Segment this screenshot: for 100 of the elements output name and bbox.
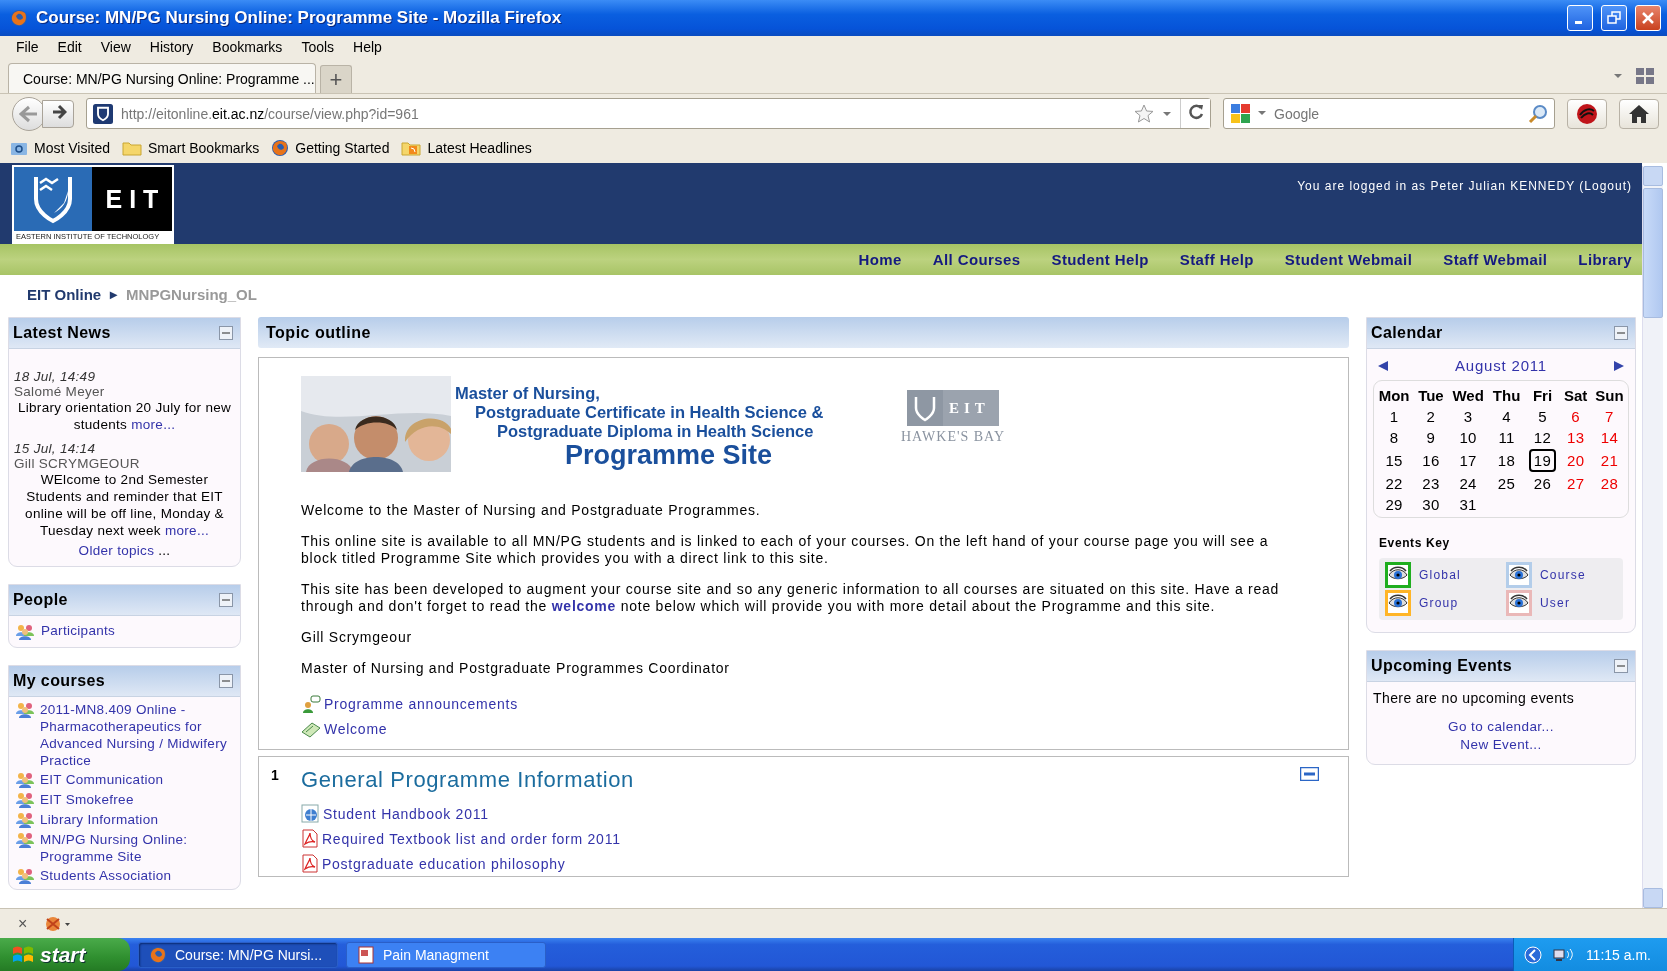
dropdown-icon[interactable] (1162, 110, 1172, 117)
bookmark[interactable]: Latest Headlines (401, 140, 532, 156)
calendar-day[interactable]: 12 (1533, 429, 1552, 446)
calendar-day[interactable]: 14 (1600, 429, 1619, 446)
nav-link[interactable]: Home (858, 251, 902, 268)
dropdown-icon[interactable] (1258, 111, 1266, 116)
addon-icon[interactable] (43, 914, 72, 933)
calendar-day[interactable]: 6 (1571, 408, 1581, 425)
collapse-icon[interactable] (219, 674, 233, 688)
scrollbar[interactable] (1642, 166, 1663, 908)
course-link[interactable]: 2011-MN8.409 Online - Pharmacotherapeutics for Advanced Nursing / Midwifery Practice (40, 701, 234, 769)
collapse-icon[interactable] (1300, 767, 1319, 781)
calendar-day[interactable]: 22 (1385, 475, 1403, 492)
calendar-day[interactable]: 9 (1426, 429, 1436, 446)
calendar-day[interactable]: 7 (1605, 408, 1614, 425)
calendar-day[interactable]: 18 (1497, 452, 1516, 469)
bookmark[interactable]: Smart Bookmarks (122, 140, 260, 156)
tab-groups-icon[interactable] (1635, 66, 1655, 85)
home-button[interactable] (1619, 98, 1659, 129)
menu-item[interactable]: File (8, 39, 50, 55)
menu-item[interactable]: Help (345, 39, 393, 55)
calendar-day[interactable]: 5 (1538, 408, 1547, 425)
minimize-button[interactable] (1567, 5, 1593, 31)
calendar-day[interactable]: 27 (1566, 475, 1585, 492)
address-bar[interactable]: http://eitonline.eit.ac.nz/course/view.php?id=961 (86, 98, 1211, 129)
calendar-day[interactable]: 25 (1497, 475, 1516, 492)
collapse-icon[interactable] (1614, 659, 1628, 673)
breadcrumb-link[interactable]: EIT Online (27, 285, 102, 303)
menu-item[interactable]: History (141, 39, 205, 55)
star-icon[interactable] (1134, 103, 1154, 124)
calendar-day[interactable]: 28 (1600, 475, 1619, 492)
calendar-day[interactable]: 23 (1422, 475, 1440, 492)
course-link[interactable]: Library Information (40, 811, 159, 828)
bookmark[interactable]: Most Visited (10, 140, 110, 156)
collapse-icon[interactable] (219, 326, 233, 340)
browser-tab[interactable]: Course: MN/PG Nursing Online: Programme ... (8, 63, 316, 93)
calendar-day[interactable]: 15 (1385, 452, 1403, 469)
course-link[interactable]: Students Association (40, 867, 172, 884)
tray-expand-icon[interactable] (1523, 945, 1542, 964)
nav-link[interactable]: Library (1578, 251, 1632, 268)
restore-button[interactable] (1601, 5, 1627, 31)
menu-item[interactable]: Tools (293, 39, 346, 55)
calendar-link[interactable]: Go to calendar... (1448, 719, 1554, 734)
search-box[interactable]: Google (1223, 98, 1555, 129)
menu-item[interactable]: Edit (49, 39, 93, 55)
taskbar-button[interactable]: Course: MN/PG Nursi... (138, 941, 338, 968)
reload-button[interactable] (1180, 99, 1210, 128)
collapse-icon[interactable] (1614, 326, 1628, 340)
calendar-day[interactable]: 21 (1600, 452, 1619, 469)
url-text[interactable]: http://eitonline.eit.ac.nz/course/view.php?id=961 (121, 105, 1126, 122)
previous-month-icon[interactable] (1377, 359, 1389, 372)
more-link[interactable]: more... (131, 417, 176, 432)
calendar-day[interactable]: 31 (1459, 496, 1477, 513)
calendar-day[interactable]: 24 (1459, 475, 1477, 492)
calendar-day[interactable]: 17 (1459, 452, 1477, 469)
nav-link[interactable]: All Courses (932, 251, 1021, 268)
close-button[interactable] (1635, 5, 1661, 31)
nav-link[interactable]: Student Help (1051, 251, 1149, 268)
collapse-icon[interactable] (219, 593, 233, 607)
bookmark[interactable]: Getting Started (271, 139, 390, 157)
month-link[interactable]: August 2011 (1455, 357, 1547, 374)
calendar-link[interactable]: New Event... (1460, 737, 1542, 752)
course-link[interactable]: MN/PG Nursing Online: Programme Site (40, 831, 234, 865)
search-icon[interactable] (1528, 103, 1548, 124)
welcome-link[interactable]: welcome (551, 598, 617, 614)
today-date[interactable]: 19 (1528, 449, 1557, 472)
resource-link[interactable]: Student Handbook 2011 (323, 805, 489, 822)
dropdown-icon[interactable] (1613, 72, 1623, 79)
calendar-day[interactable]: 13 (1566, 429, 1585, 446)
menu-item[interactable]: View (92, 39, 142, 55)
google-icon[interactable] (1230, 102, 1252, 125)
calendar-day[interactable]: 20 (1566, 452, 1585, 469)
resource-link[interactable]: Required Textbook list and order form 2011 (322, 830, 621, 847)
new-tab-button[interactable]: + (320, 65, 352, 93)
close-addon-bar[interactable]: × (18, 914, 28, 933)
participants-link[interactable]: Participants (41, 622, 116, 639)
forward-button[interactable] (42, 99, 74, 128)
course-link[interactable]: EIT Communication (40, 771, 164, 788)
calendar-day[interactable]: 8 (1389, 429, 1399, 446)
menu-item[interactable]: Bookmarks (204, 39, 294, 55)
calendar-day[interactable]: 29 (1385, 496, 1403, 513)
calendar-day[interactable]: 4 (1502, 408, 1511, 425)
calendar-day[interactable]: 2 (1426, 408, 1436, 425)
calendar-day[interactable]: 11 (1498, 429, 1515, 446)
course-link[interactable]: EIT Smokefree (40, 791, 134, 808)
logout-link[interactable]: (Logout) (1579, 179, 1632, 193)
calendar-day[interactable]: 30 (1422, 496, 1440, 513)
calendar-day[interactable]: 1 (1389, 408, 1399, 425)
calendar-day[interactable]: 10 (1459, 429, 1477, 446)
calendar-day[interactable]: 26 (1533, 475, 1552, 492)
resource-link[interactable]: Postgraduate education philosophy (322, 855, 566, 872)
nav-link[interactable]: Staff Help (1179, 251, 1254, 268)
more-link[interactable]: more... (164, 523, 210, 538)
calendar-day[interactable]: 16 (1422, 452, 1440, 469)
older-topics-link[interactable]: Older topics (78, 543, 155, 558)
start-button[interactable]: start (0, 938, 130, 971)
nav-link[interactable]: Student Webmail (1284, 251, 1413, 268)
resource-link[interactable]: Programme announcements (324, 695, 518, 712)
taskbar-button[interactable]: Pain Managment (346, 941, 546, 968)
resource-link[interactable]: Welcome (324, 720, 388, 737)
